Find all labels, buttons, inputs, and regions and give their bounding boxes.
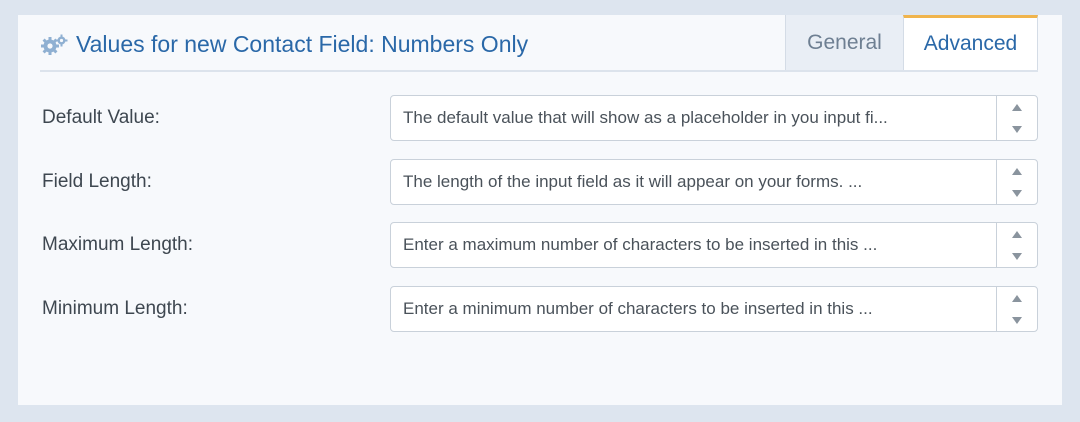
increment-button[interactable] <box>997 223 1037 245</box>
gears-icon <box>40 34 68 56</box>
default-value-input[interactable] <box>391 96 996 140</box>
minimum-length-field <box>390 286 1038 332</box>
increment-button[interactable] <box>997 287 1037 309</box>
default-value-spinner <box>996 96 1037 140</box>
maximum-length-field <box>390 222 1038 268</box>
panel-title: Values for new Contact Field: Numbers On… <box>40 31 528 58</box>
decrement-button[interactable] <box>997 309 1037 331</box>
tab-advanced[interactable]: Advanced <box>903 15 1038 70</box>
increment-button[interactable] <box>997 96 1037 118</box>
arrow-up-icon <box>1012 230 1022 238</box>
arrow-down-icon <box>1012 125 1022 133</box>
form-row-minimum-length: Minimum Length: <box>42 286 1040 332</box>
field-length-field <box>390 159 1038 205</box>
arrow-down-icon <box>1012 189 1022 197</box>
default-value-field <box>390 95 1038 141</box>
arrow-up-icon <box>1012 294 1022 302</box>
arrow-up-icon <box>1012 103 1022 111</box>
arrow-up-icon <box>1012 167 1022 175</box>
maximum-length-spinner <box>996 223 1037 267</box>
form-row-default-value: Default Value: <box>42 95 1040 141</box>
minimum-length-input[interactable] <box>391 287 996 331</box>
minimum-length-spinner <box>996 287 1037 331</box>
tab-bar: General Advanced <box>785 15 1038 70</box>
form-row-maximum-length: Maximum Length: <box>42 222 1040 268</box>
arrow-down-icon <box>1012 252 1022 260</box>
increment-button[interactable] <box>997 160 1037 182</box>
maximum-length-label: Maximum Length: <box>42 234 194 255</box>
tab-general[interactable]: General <box>785 15 903 70</box>
panel-title-text: Values for new Contact Field: Numbers On… <box>76 31 529 57</box>
minimum-length-label: Minimum Length: <box>42 298 188 319</box>
form-row-field-length: Field Length: <box>42 159 1040 205</box>
decrement-button[interactable] <box>997 245 1037 267</box>
arrow-down-icon <box>1012 316 1022 324</box>
default-value-label: Default Value: <box>42 107 160 128</box>
decrement-button[interactable] <box>997 182 1037 204</box>
maximum-length-input[interactable] <box>391 223 996 267</box>
decrement-button[interactable] <box>997 118 1037 140</box>
field-length-label: Field Length: <box>42 171 152 192</box>
field-length-spinner <box>996 160 1037 204</box>
contact-field-panel: Values for new Contact Field: Numbers On… <box>18 15 1062 405</box>
field-length-input[interactable] <box>391 160 996 204</box>
panel-header: Values for new Contact Field: Numbers On… <box>40 15 1038 72</box>
